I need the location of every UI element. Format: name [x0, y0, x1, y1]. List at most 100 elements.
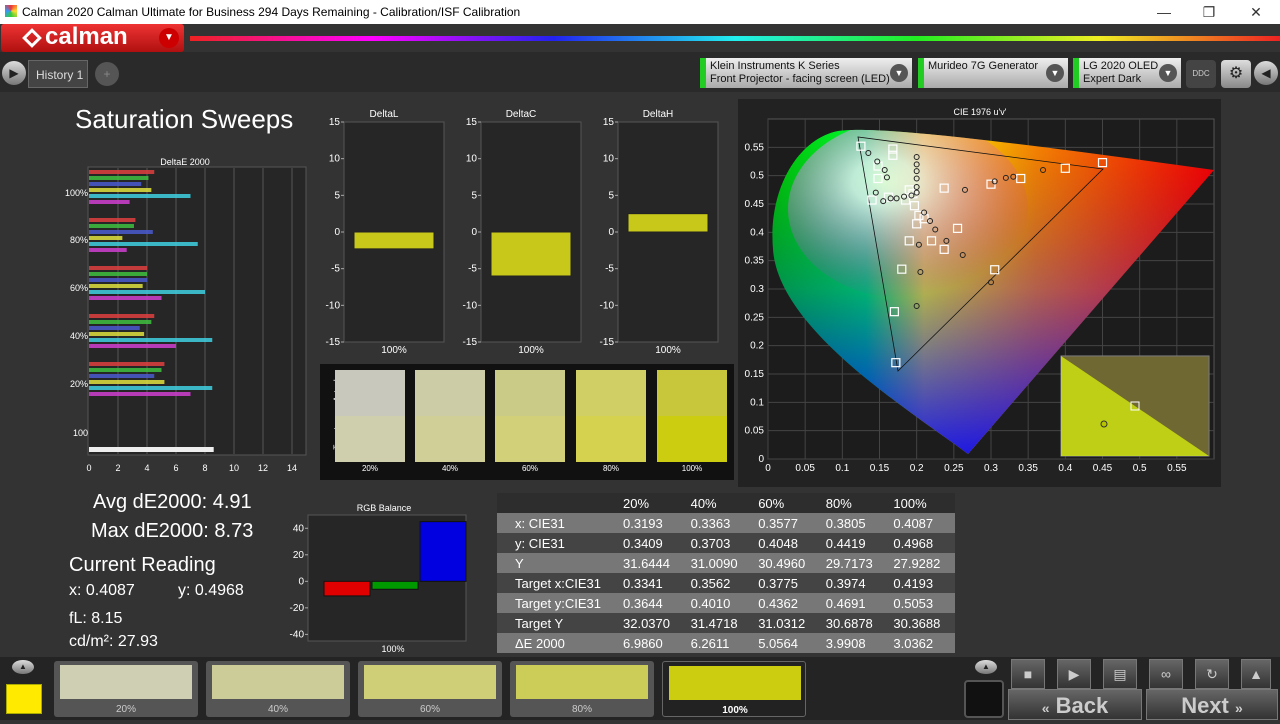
expand-left-icon[interactable]: ▶ [2, 61, 26, 85]
table-row-label: Y [497, 553, 617, 573]
swatch-label: 100% [681, 464, 703, 473]
loop-icon[interactable]: ∞ [1149, 659, 1183, 689]
swatch-label: 80% [602, 464, 619, 473]
table-cell: 30.3688 [887, 613, 955, 633]
collapse-up-icon[interactable]: ▲ [975, 660, 997, 674]
table-cell: 0.4968 [887, 533, 955, 553]
table-cell: 31.4718 [684, 613, 753, 633]
chevron-down-icon[interactable]: ▼ [890, 64, 908, 82]
play-icon[interactable]: ▶ [1057, 659, 1091, 689]
settings-gear-icon[interactable]: ⚙ [1221, 60, 1251, 88]
chevron-down-icon[interactable]: ▼ [1046, 64, 1064, 82]
actual-target-swatches: Actual Target 20% 40% 60% 80% 100% [320, 364, 734, 480]
delta-tick-label: 15 [329, 117, 341, 128]
minimize-icon[interactable]: — [1142, 1, 1186, 23]
table-cell: 0.3363 [684, 513, 753, 533]
deltae-label-20: 20% [70, 379, 88, 389]
stop-icon[interactable]: ■ [1011, 659, 1045, 689]
deltae-label-80: 80% [70, 235, 88, 245]
delta-bar [627, 213, 709, 233]
deltae-bar [89, 392, 191, 396]
deltae-bar [89, 230, 153, 234]
delta-tick-label: -5 [468, 264, 477, 275]
patch-80[interactable]: 80% [510, 661, 654, 717]
delta-tick-label: 5 [608, 190, 614, 201]
back-button[interactable]: « Back [1008, 689, 1142, 720]
table-cell: 3.0362 [887, 633, 955, 653]
add-history-icon[interactable]: + [95, 62, 119, 86]
cie-ytick: 0.55 [745, 142, 765, 153]
avg-de2000: Avg dE2000: 4.91 [93, 491, 252, 513]
measurement-table: 20% 40% 60% 80% 100% x: CIE31 0.3193 0.3363 0.35… [497, 493, 955, 653]
deltae-chart: DeltaE 2000 100% 80% 60% 40% 20% 100 0 2… [65, 157, 307, 473]
rgb-balance-title: RGB Balance [357, 503, 412, 513]
patch-label: 40% [267, 704, 288, 715]
deltae-bar [89, 224, 134, 228]
table-cell: 6.2611 [684, 633, 753, 653]
table-cell: 3.9908 [819, 633, 888, 653]
scroll-up-icon[interactable]: ▲ [1241, 659, 1271, 689]
patch-100-selected[interactable]: 100% [662, 661, 806, 717]
delta-tick-label: -5 [331, 264, 340, 275]
deltah-chart: DeltaH 15 10 5 0 -5 -10 -15 100% [600, 109, 719, 356]
table-header-cell [497, 493, 617, 513]
table-header-cell: 20% [617, 493, 685, 513]
current-fl: fL: 8.15 [69, 610, 123, 627]
patch-20[interactable]: 20% [54, 661, 198, 717]
deltae-bar [89, 278, 147, 282]
patch-60[interactable]: 60% [358, 661, 502, 717]
logo-text: calman [45, 23, 128, 50]
deltae-bar [89, 218, 136, 222]
cie-xtick: 0.25 [944, 463, 964, 474]
meter-toggle-icon[interactable] [964, 680, 1004, 718]
device-generator-name: Murideo 7G Generator [928, 60, 1039, 72]
cie-xtick: 0.15 [870, 463, 890, 474]
deltae-bar-white [89, 447, 214, 452]
patch-40[interactable]: 40% [206, 661, 350, 717]
swatch-40 [415, 370, 485, 462]
cie-ytick: 0.3 [750, 284, 764, 295]
delta-tick-label: -15 [326, 337, 341, 348]
display-device-selector[interactable]: LG 2020 OLED Expert Dark ▼ [1073, 58, 1181, 88]
ddc-button[interactable]: DDC [1186, 60, 1216, 88]
deltae-bar [89, 338, 213, 342]
current-patch-color [6, 684, 42, 714]
chevron-down-icon[interactable]: ▼ [159, 28, 179, 48]
next-label: Next [1181, 693, 1229, 718]
app-icon [5, 5, 17, 17]
history-tab-label: History 1 [36, 68, 84, 82]
table-cell: 0.3775 [752, 573, 820, 593]
table-cell: 0.3644 [617, 593, 685, 613]
calman-logo-button[interactable]: calman ▼ [1, 24, 184, 52]
deltae-bar [89, 248, 127, 252]
swatch-label: 20% [361, 464, 378, 473]
collapse-up-icon[interactable]: ▲ [12, 660, 34, 674]
delta-tick-label: 15 [466, 117, 478, 128]
table-header-cell: 60% [752, 493, 820, 513]
deltae-bar [89, 344, 176, 348]
cie-xtick: 0.2 [910, 463, 924, 474]
delta-tick-label: -10 [326, 300, 341, 311]
tab-history-1[interactable]: History 1 [28, 60, 88, 88]
refresh-icon[interactable]: ↻ [1195, 659, 1229, 689]
cie-ytick: 0.25 [745, 312, 765, 323]
cie-ytick: 0.5 [750, 171, 764, 182]
collapse-right-icon[interactable]: ◀ [1254, 61, 1278, 85]
deltae-bar [89, 368, 162, 372]
delta-tick-label: 10 [603, 154, 615, 165]
deltae-bar [89, 194, 191, 198]
table-cell: 0.4087 [887, 513, 955, 533]
deltae-plot-area [87, 166, 307, 456]
patch-label: 100% [722, 705, 748, 716]
next-button[interactable]: Next » [1146, 689, 1278, 720]
cie-xtick: 0.5 [1133, 463, 1147, 474]
save-icon[interactable]: ▤ [1103, 659, 1137, 689]
generator-device-selector[interactable]: Murideo 7G Generator ▼ [918, 58, 1068, 88]
close-icon[interactable]: ✕ [1234, 1, 1278, 23]
cie-ytick: 0.15 [745, 369, 765, 380]
chevron-down-icon[interactable]: ▼ [1159, 64, 1177, 82]
maximize-icon[interactable]: ❐ [1187, 1, 1231, 23]
title-bar: Calman 2020 Calman Ultimate for Business… [0, 0, 1280, 24]
meter-device-selector[interactable]: Klein Instruments K Series Front Project… [700, 58, 912, 88]
table-cell: 0.3409 [617, 533, 685, 553]
